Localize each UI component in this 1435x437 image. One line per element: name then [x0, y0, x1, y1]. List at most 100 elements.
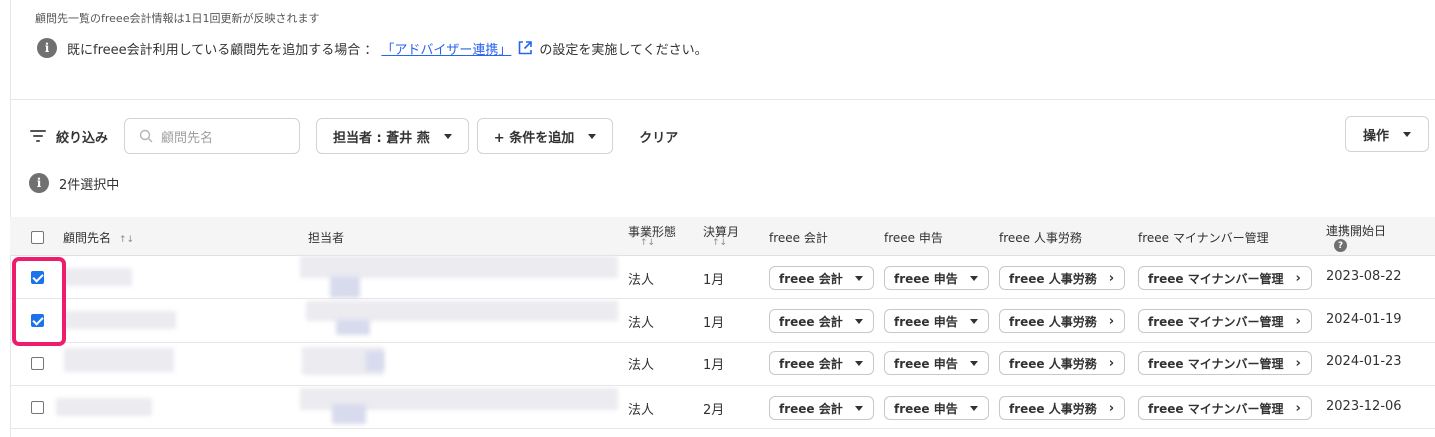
hr-link-button[interactable]: freee 人事労務 ›: [999, 351, 1126, 375]
column-header-hr: freee 人事労務: [999, 231, 1082, 245]
accounting-dropdown[interactable]: freee 会計: [769, 309, 874, 333]
fiscal-month: 1月: [703, 316, 725, 331]
hr-link-button[interactable]: freee 人事労務 ›: [999, 266, 1126, 290]
sort-icon[interactable]: ↑↓: [640, 238, 655, 248]
search-icon: [139, 129, 153, 143]
table-header: 顧問先名 ↑↓ 担当者 事業形態 ↑↓ 決算月 ↑↓ freee 会計 freee…: [10, 217, 1435, 256]
search-placeholder: 顧問先名: [161, 130, 214, 146]
selected-checkboxes-highlight: [12, 257, 66, 346]
mynumber-link-button[interactable]: freee マイナンバー管理 ›: [1138, 351, 1312, 375]
advisor-link[interactable]: 「アドバイザー連携」: [381, 39, 511, 58]
chevron-right-icon: ›: [1295, 400, 1301, 416]
assignee-redacted: [330, 276, 360, 298]
info-prefix: 既にfreee会計利用している顧問先を追加する場合 ：: [67, 42, 378, 58]
add-condition-label: + 条件を追加: [493, 130, 575, 146]
hr-link-button[interactable]: freee 人事労務 ›: [999, 309, 1126, 333]
column-header-assignee: 担当者: [308, 231, 345, 245]
assignee-filter-label: 担当者 : 蒼井 燕: [333, 130, 430, 146]
chevron-right-icon: ›: [1295, 355, 1301, 371]
accounting-dropdown[interactable]: freee 会計: [769, 396, 874, 420]
filter-icon: [30, 130, 46, 142]
assignee-redacted: [332, 404, 366, 424]
chevron-down-icon: [969, 360, 978, 366]
help-icon[interactable]: ?: [1334, 239, 1347, 252]
mynumber-link-button[interactable]: freee マイナンバー管理 ›: [1138, 309, 1312, 333]
chevron-right-icon: ›: [1108, 313, 1115, 329]
chevron-down-icon: [854, 405, 863, 411]
start-date: 2023-12-06: [1326, 399, 1402, 414]
row-checkbox[interactable]: [31, 357, 44, 370]
client-name-redacted: [56, 398, 152, 416]
add-condition-dropdown[interactable]: + 条件を追加: [476, 118, 614, 154]
chevron-down-icon: [969, 275, 978, 281]
selection-status: i 2件選択中: [29, 173, 119, 193]
row-checkbox[interactable]: [31, 401, 44, 414]
update-notice: 顧問先一覧のfreee会計情報は1日1回更新が反映されます: [35, 12, 320, 25]
table-row[interactable]: 法人 1月 freee 会計 freee 申告 freee 人事労務 › free…: [10, 299, 1435, 343]
chevron-down-icon: [443, 133, 452, 139]
selection-count: 2件選択中: [59, 177, 120, 193]
assignee-filter-dropdown[interactable]: 担当者 : 蒼井 燕: [316, 118, 469, 154]
operations-dropdown[interactable]: 操作: [1345, 116, 1429, 152]
column-header-tax-filing: freee 申告: [884, 231, 943, 245]
info-icon: i: [37, 38, 57, 58]
section-divider: [10, 99, 1435, 100]
accounting-dropdown[interactable]: freee 会計: [769, 266, 874, 290]
select-all-checkbox[interactable]: [31, 231, 44, 244]
accounting-dropdown[interactable]: freee 会計: [769, 351, 874, 375]
filter-bar: 絞り込み 顧問先名 担当者 : 蒼井 燕 + 条件を追加 クリア: [30, 118, 678, 154]
column-header-start-date: 連携開始日: [1326, 224, 1387, 238]
filter-label: 絞り込み: [56, 130, 109, 146]
mynumber-link-button[interactable]: freee マイナンバー管理 ›: [1138, 396, 1312, 420]
business-type: 法人: [628, 316, 655, 331]
info-icon: i: [29, 173, 49, 193]
chevron-right-icon: ›: [1295, 313, 1301, 329]
tax-filing-dropdown[interactable]: freee 申告: [884, 266, 989, 290]
chevron-down-icon: [854, 275, 863, 281]
sort-icon[interactable]: ↑↓: [712, 238, 727, 248]
tax-filing-dropdown[interactable]: freee 申告: [884, 309, 989, 333]
clear-filter-button[interactable]: クリア: [639, 127, 678, 146]
chevron-down-icon: [854, 318, 863, 324]
table-row[interactable]: 法人 2月 freee 会計 freee 申告 freee 人事労務 › free…: [10, 386, 1435, 429]
tax-filing-dropdown[interactable]: freee 申告: [884, 351, 989, 375]
start-date: 2024-01-23: [1326, 354, 1402, 369]
chevron-right-icon: ›: [1295, 270, 1301, 286]
fiscal-month: 1月: [703, 358, 725, 373]
fiscal-month: 1月: [703, 273, 725, 288]
assignee-redacted: [306, 301, 618, 321]
table-row[interactable]: 法人 1月 freee 会計 freee 申告 freee 人事労務 › free…: [10, 256, 1435, 299]
client-name-redacted: [64, 348, 174, 372]
chevron-down-icon: [969, 405, 978, 411]
business-type: 法人: [628, 403, 655, 418]
client-name-redacted: [64, 311, 176, 329]
mynumber-link-button[interactable]: freee マイナンバー管理 ›: [1138, 266, 1312, 290]
assignee-redacted: [366, 351, 384, 371]
chevron-down-icon: [854, 360, 863, 366]
start-date: 2024-01-19: [1326, 312, 1402, 327]
column-header-mynumber: freee マイナンバー管理: [1138, 231, 1269, 245]
chevron-right-icon: ›: [1108, 355, 1115, 371]
info-suffix: の設定を実施してください。: [539, 42, 708, 58]
operations-label: 操作: [1362, 128, 1389, 144]
filter-toggle[interactable]: 絞り込み: [30, 127, 108, 146]
tax-filing-dropdown[interactable]: freee 申告: [884, 396, 989, 420]
assignee-redacted: [336, 319, 370, 335]
business-type: 法人: [628, 358, 655, 373]
chevron-down-icon: [969, 318, 978, 324]
client-name-redacted: [64, 268, 132, 286]
advisor-link-info: i 既にfreee会計利用している顧問先を追加する場合 ： 「アドバイザー連携」…: [37, 38, 708, 58]
business-type: 法人: [628, 273, 655, 288]
external-link-icon[interactable]: [517, 40, 533, 56]
start-date: 2023-08-22: [1326, 269, 1402, 284]
chevron-down-icon: [1403, 131, 1411, 137]
column-header-accounting: freee 会計: [769, 231, 828, 245]
table-row[interactable]: 法人 1月 freee 会計 freee 申告 freee 人事労務 › free…: [10, 343, 1435, 386]
hr-link-button[interactable]: freee 人事労務 ›: [999, 396, 1126, 420]
client-search-input[interactable]: 顧問先名: [124, 118, 301, 154]
client-table: 顧問先名 ↑↓ 担当者 事業形態 ↑↓ 決算月 ↑↓ freee 会計 freee…: [10, 217, 1435, 429]
chevron-down-icon: [588, 133, 597, 139]
sort-icon[interactable]: ↑↓: [119, 235, 134, 245]
column-header-name[interactable]: 顧問先名 ↑↓: [63, 229, 134, 246]
chevron-right-icon: ›: [1108, 270, 1115, 286]
